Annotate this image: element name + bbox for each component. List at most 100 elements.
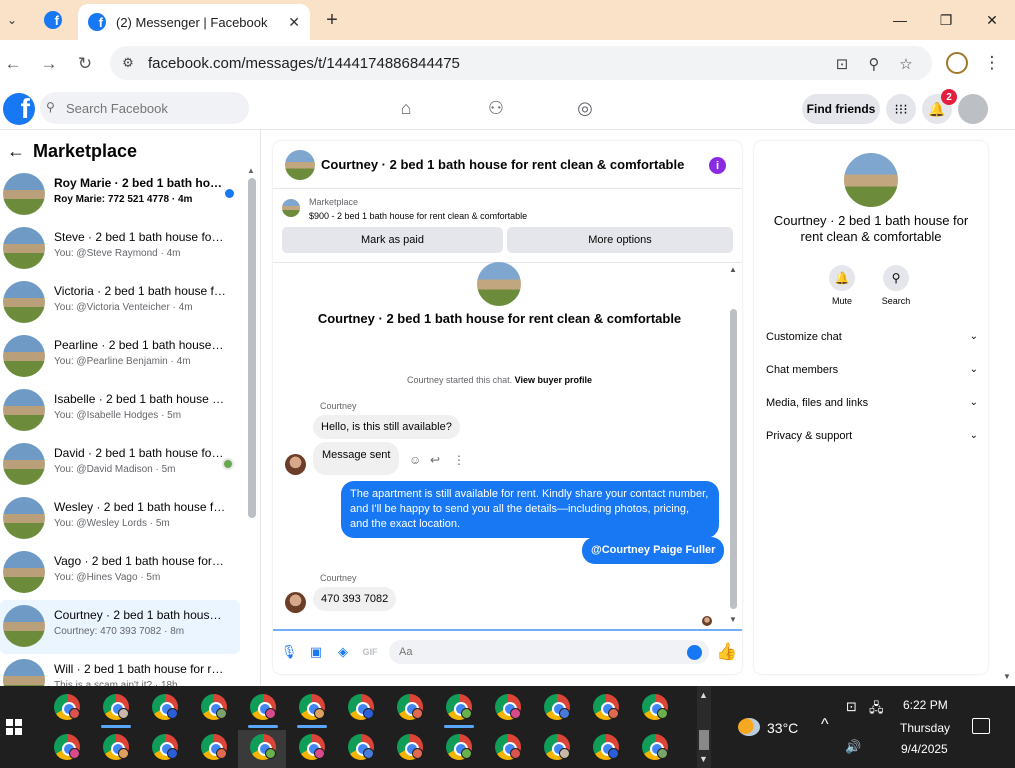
facebook-search-input[interactable] [40, 92, 249, 124]
more-options-button[interactable]: More options [507, 227, 733, 253]
find-friends-button[interactable]: Find friends [802, 94, 880, 124]
tab-pinned-facebook[interactable]: f [30, 0, 76, 40]
mark-as-paid-button[interactable]: Mark as paid [282, 227, 503, 253]
profile-badge-icon [559, 708, 570, 719]
groups-icon[interactable]: ◎ [573, 96, 597, 120]
chat-started-notice: Courtney started this chat. View buyer p… [273, 375, 726, 385]
browser-menu-icon[interactable]: ⋮ [982, 52, 1002, 74]
conversation-item[interactable]: Pearline · 2 bed 1 bath house for rent c… [0, 330, 240, 384]
info-icon[interactable]: i [709, 157, 726, 174]
maximize-button[interactable]: ❐ [931, 8, 961, 32]
clock-day[interactable]: Thursday [900, 721, 950, 735]
tab-close-icon[interactable]: ✕ [288, 14, 300, 31]
profile-badge-icon [118, 748, 129, 759]
chat-members-row[interactable]: Chat members ⌄ [766, 364, 978, 384]
forward-icon[interactable]: → [37, 52, 61, 76]
profile-badge-icon [167, 708, 178, 719]
notification-center-icon[interactable] [972, 718, 990, 734]
page-scroll-down-icon[interactable]: ▼ [1003, 672, 1011, 681]
reply-icon[interactable]: ↩ [430, 453, 440, 467]
facebook-logo-icon[interactable]: f [3, 93, 35, 125]
conversation-preview: You: @Victoria Venteicher · 4m [54, 302, 193, 313]
back-icon[interactable]: ← [1, 52, 25, 76]
conversation-item[interactable]: Steve · 2 bed 1 bath house for rent clea… [0, 222, 240, 276]
reload-icon[interactable]: ↻ [73, 52, 97, 76]
meet-now-icon[interactable]: ⊡ [846, 699, 857, 715]
chat-scroll-up-icon[interactable]: ▲ [729, 265, 737, 274]
microphone-icon[interactable]: 🎙 [281, 644, 298, 660]
profile-badge-icon [363, 748, 374, 759]
zoom-icon[interactable]: ⚲ [864, 54, 884, 74]
sender-avatar[interactable] [285, 454, 306, 475]
facebook-favicon-icon: f [88, 13, 106, 31]
message-input[interactable] [389, 640, 709, 664]
like-thumb-icon[interactable]: 👍 [716, 642, 737, 662]
volume-icon[interactable]: 🔊 [845, 739, 861, 755]
profile-badge-icon [412, 748, 423, 759]
chat-title[interactable]: Courtney · 2 bed 1 bath house for rent c… [321, 157, 684, 172]
taskbar-scroll-down-icon[interactable]: ▼ [699, 754, 708, 764]
close-window-button[interactable]: ✕ [977, 8, 1007, 32]
photo-icon[interactable]: ▣ [308, 644, 324, 660]
taskbar-scroll-up-icon[interactable]: ▲ [699, 690, 708, 700]
chat-scroll-down-icon[interactable]: ▼ [729, 615, 737, 624]
unread-indicator [225, 189, 234, 198]
conversation-item[interactable]: Courtney · 2 bed 1 bath house for rent c… [0, 600, 240, 654]
browser-tab-strip: ⌄ f f (2) Messenger | Facebook ✕ + — ❐ ✕ [0, 0, 1015, 40]
running-app-indicator [297, 725, 327, 728]
tab-messenger[interactable]: f (2) Messenger | Facebook ✕ [78, 4, 310, 40]
list-scrollbar[interactable] [248, 178, 256, 518]
profile-icon[interactable] [946, 52, 968, 74]
conversation-item[interactable]: David · 2 bed 1 bath house for rent clea… [0, 438, 240, 492]
windows-taskbar: ▲ ▼ 33°C ^ ⊡ 🖧 🔊 6:22 PM Thursday 9/4/20… [0, 686, 1015, 768]
conversation-item[interactable]: Isabelle · 2 bed 1 bath house for rent c… [0, 384, 240, 438]
windows-start-icon[interactable] [6, 719, 22, 735]
tab-search-dropdown-icon[interactable]: ⌄ [2, 10, 22, 30]
conversation-item[interactable]: Will · 2 bed 1 bath house for rent clean… [0, 654, 240, 686]
mute-bell-icon[interactable]: 🔔 [829, 265, 855, 291]
incoming-message: Message sent [313, 442, 400, 475]
privacy-support-row[interactable]: Privacy & support ⌄ [766, 430, 978, 450]
listing-photo[interactable] [844, 153, 898, 207]
weather-icon[interactable] [738, 718, 760, 736]
address-bar[interactable]: ⚙ facebook.com/messages/t/14441748868444… [110, 46, 932, 80]
weather-temperature[interactable]: 33°C [767, 720, 798, 736]
emoji-icon[interactable] [687, 645, 702, 660]
conversation-item[interactable]: Vago · 2 bed 1 bath house for rent clean… [0, 546, 240, 600]
sticker-icon[interactable]: ◈ [335, 644, 351, 660]
account-avatar[interactable] [958, 94, 988, 124]
site-info-icon[interactable]: ⚙ [118, 53, 138, 73]
back-arrow-icon[interactable]: ← [7, 141, 25, 162]
customize-chat-row[interactable]: Customize chat ⌄ [766, 331, 978, 351]
hidden-icons-chevron-icon[interactable]: ^ [821, 716, 829, 734]
profile-badge-icon [412, 708, 423, 719]
friends-icon[interactable]: ⚇ [484, 96, 508, 120]
menu-grid-icon[interactable]: ⁝⁝⁝ [886, 94, 916, 124]
minimize-button[interactable]: — [885, 8, 915, 32]
install-app-icon[interactable]: ⊡ [832, 54, 852, 74]
taskbar-scroll-thumb[interactable] [699, 730, 709, 750]
clock-time[interactable]: 6:22 PM [903, 698, 948, 712]
react-emoji-icon[interactable]: ☺ [409, 453, 421, 467]
conversation-item[interactable]: Wesley · 2 bed 1 bath house for rent cle… [0, 492, 240, 546]
home-icon[interactable]: ⌂ [394, 96, 418, 120]
listing-thumbnail[interactable] [285, 150, 315, 180]
sender-avatar[interactable] [285, 592, 306, 613]
clock-date[interactable]: 9/4/2025 [901, 742, 948, 756]
scroll-up-arrow-icon[interactable]: ▲ [247, 166, 255, 175]
view-buyer-profile-link[interactable]: View buyer profile [515, 375, 592, 385]
conversation-item[interactable]: Roy Marie · 2 bed 1 bath house for rent … [0, 168, 240, 222]
chat-scrollbar[interactable] [730, 309, 737, 609]
bookmark-star-icon[interactable]: ☆ [896, 54, 916, 74]
conversation-item[interactable]: Victoria · 2 bed 1 bath house for rent c… [0, 276, 240, 330]
network-icon[interactable]: 🖧 [869, 699, 884, 721]
more-actions-icon[interactable]: ⋮ [453, 453, 465, 467]
conversation-title: Roy Marie · 2 bed 1 bath house for rent … [54, 176, 226, 190]
new-tab-button[interactable]: + [320, 8, 344, 32]
row-label: Media, files and links [766, 397, 869, 409]
profile-badge-icon [69, 748, 80, 759]
search-icon[interactable]: ⚲ [883, 265, 909, 291]
listing-price-title[interactable]: $900 - 2 bed 1 bath house for rent clean… [309, 211, 527, 221]
gif-icon[interactable]: GIF [362, 644, 378, 660]
media-files-links-row[interactable]: Media, files and links ⌄ [766, 397, 978, 417]
